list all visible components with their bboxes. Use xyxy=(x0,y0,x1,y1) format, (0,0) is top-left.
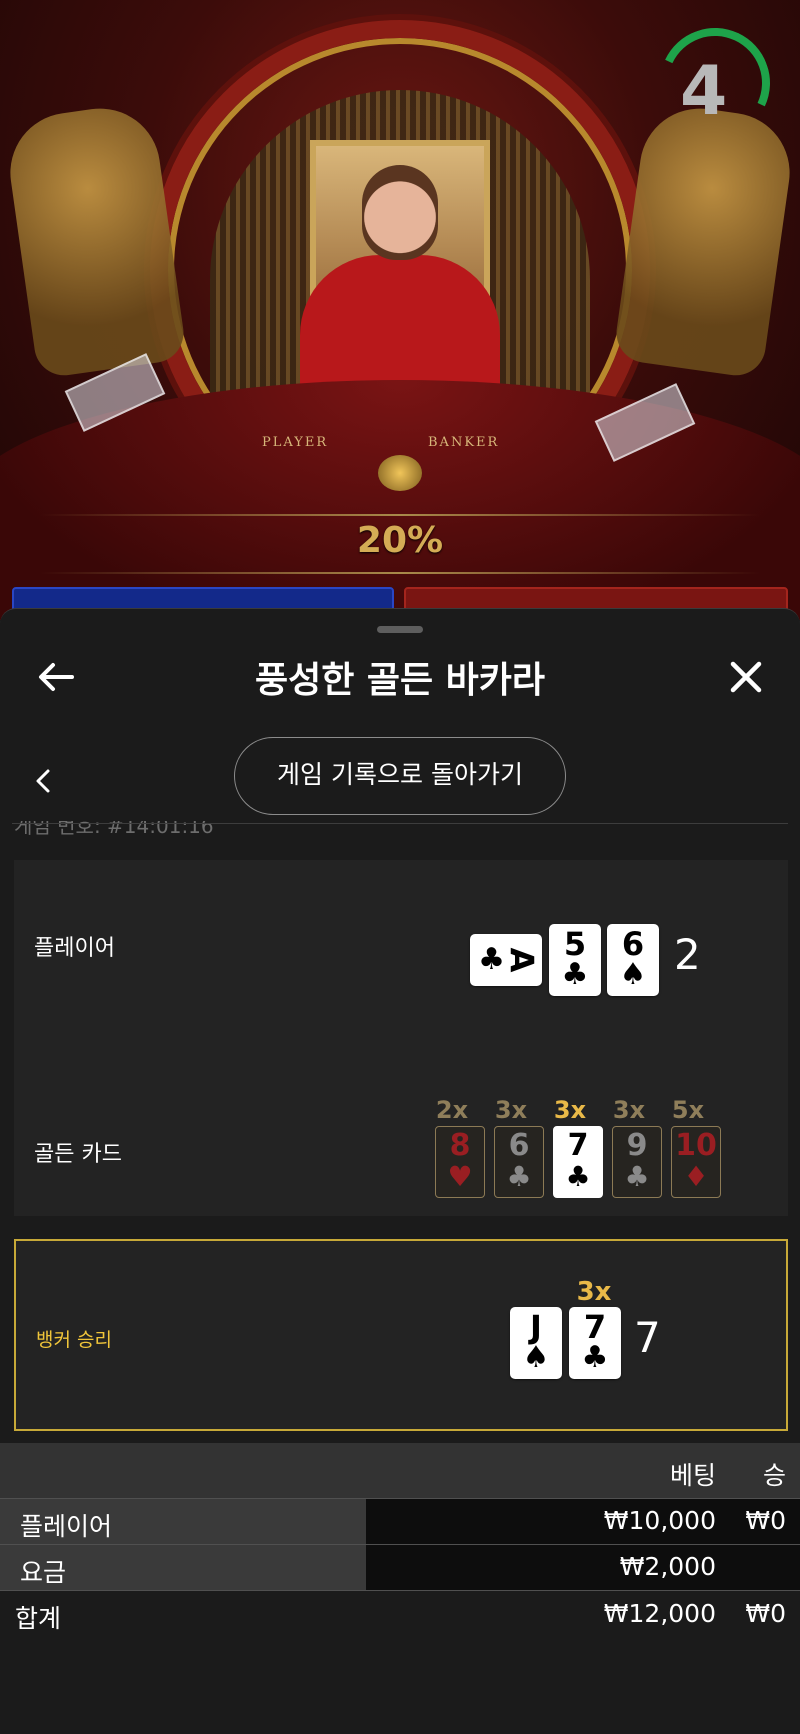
side-bet-percent: 20% xyxy=(356,520,444,561)
gold-chip xyxy=(378,455,422,491)
chevron-left-icon xyxy=(36,769,50,793)
table-label-banker: BANKER xyxy=(428,435,500,450)
close-icon xyxy=(730,661,762,693)
player-card-2-rank: 5 xyxy=(563,925,587,963)
gold-divider-top xyxy=(40,514,760,516)
bet-row-label: 플레이어 xyxy=(20,1512,113,1541)
player-total: 2 xyxy=(674,930,701,979)
club-icon: ♣ xyxy=(565,1160,591,1193)
bet-column-header: 베팅 xyxy=(669,1461,716,1490)
win-amount: ₩0 xyxy=(745,1506,786,1535)
live-video-stream: PLAYER BANKER 20% 4 xyxy=(0,0,800,620)
game-id-text: 게임 번호: #14:01:16 xyxy=(14,821,214,838)
player-card-1: ♣ A xyxy=(470,934,542,986)
bet-row-fee: 요금 ₩2,000 xyxy=(0,1544,800,1590)
golden-card-2-rank: 6 xyxy=(508,1128,530,1163)
golden-card-4-rank: 9 xyxy=(626,1128,648,1163)
bet-row-label: 요금 xyxy=(20,1558,67,1587)
previous-round-button[interactable] xyxy=(28,759,58,803)
golden-card-1: 8 ♥ xyxy=(435,1126,485,1198)
diamond-icon: ♦ xyxy=(683,1160,709,1193)
banker-card-1: J ♠ xyxy=(510,1307,562,1379)
table-label-player: PLAYER xyxy=(262,435,329,450)
golden-mult-1: 2x xyxy=(435,1096,469,1124)
bet-row-label-cell: 요금 xyxy=(0,1544,366,1590)
golden-mult-2: 3x xyxy=(494,1096,528,1124)
game-history-panel: 풍성한 골든 바카라 게임 기록으로 돌아가기 게임 번호: #14:01:16… xyxy=(0,608,800,1734)
banker-multiplier: 3x xyxy=(576,1277,612,1307)
panel-title: 풍성한 골든 바카라 xyxy=(254,660,546,701)
golden-card-3: 7 ♣ xyxy=(553,1126,603,1198)
club-icon: ♣ xyxy=(581,1340,609,1375)
golden-card-1-rank: 8 xyxy=(449,1128,471,1163)
bet-amount: ₩10,000 xyxy=(603,1506,716,1535)
player-card-1-rank: A xyxy=(502,947,541,973)
drag-handle[interactable] xyxy=(377,626,423,633)
player-card-2: 5 ♣ xyxy=(549,924,601,996)
dealer-head xyxy=(362,165,438,260)
golden-cards-label: 골든 카드 xyxy=(34,1142,122,1167)
bet-row-label-cell: 플레이어 xyxy=(0,1498,366,1544)
bet-row-value-cell xyxy=(366,1544,800,1590)
golden-cards-row: 골든 카드 2x 8 ♥ 3x 6 ♣ 3x 7 ♣ 3x 9 ♣ 5x 10 … xyxy=(14,1030,788,1216)
bet-row-player: 플레이어 ₩10,000 ₩0 xyxy=(0,1498,800,1544)
golden-mult-3: 3x xyxy=(553,1096,587,1124)
dragon-statue-right xyxy=(612,100,798,380)
banker-result-row: 뱅커 승리 3x J ♠ 7 ♣ 7 xyxy=(14,1239,788,1431)
back-to-history-button[interactable]: 게임 기록으로 돌아가기 xyxy=(234,737,566,815)
golden-card-2: 6 ♣ xyxy=(494,1126,544,1198)
player-label: 플레이어 xyxy=(34,936,115,961)
golden-card-3-rank: 7 xyxy=(567,1128,589,1163)
player-result-row: 플레이어 ♣ A 5 ♣ 6 ♠ 2 xyxy=(14,860,788,1030)
bet-table-header: 베팅 승 xyxy=(0,1443,800,1498)
banker-total: 7 xyxy=(634,1313,661,1362)
win-column-header: 승 xyxy=(762,1461,786,1490)
player-card-3: 6 ♠ xyxy=(607,924,659,996)
banker-win-label: 뱅커 승리 xyxy=(36,1329,112,1351)
club-icon: ♣ xyxy=(478,942,506,977)
gold-divider-bottom xyxy=(40,572,760,574)
golden-card-5-rank: 10 xyxy=(675,1128,717,1163)
spade-icon: ♠ xyxy=(619,957,647,992)
golden-mult-5: 5x xyxy=(671,1096,705,1124)
golden-card-4: 9 ♣ xyxy=(612,1126,662,1198)
club-icon: ♣ xyxy=(624,1160,650,1193)
bet-amount: ₩2,000 xyxy=(619,1552,716,1581)
banker-card-2-rank: 7 xyxy=(583,1308,607,1346)
golden-mult-4: 3x xyxy=(612,1096,646,1124)
golden-card-5: 10 ♦ xyxy=(671,1126,721,1198)
banker-card-2: 7 ♣ xyxy=(569,1307,621,1379)
player-card-3-rank: 6 xyxy=(621,925,645,963)
header-divider xyxy=(12,823,788,824)
total-bet-amount: ₩12,000 xyxy=(603,1599,716,1628)
bet-row-value-cell xyxy=(366,1498,800,1544)
total-label: 합계 xyxy=(15,1604,62,1633)
bet-row-total: 합계 ₩12,000 ₩0 xyxy=(0,1590,800,1636)
club-icon: ♣ xyxy=(506,1160,532,1193)
countdown-number: 4 xyxy=(680,52,728,131)
banker-card-1-rank: J xyxy=(530,1308,542,1346)
spade-icon: ♠ xyxy=(522,1340,550,1375)
heart-icon: ♥ xyxy=(447,1160,473,1193)
club-icon: ♣ xyxy=(561,957,589,992)
dragon-statue-left xyxy=(2,100,188,380)
total-win-amount: ₩0 xyxy=(745,1599,786,1628)
close-button[interactable] xyxy=(720,651,772,703)
